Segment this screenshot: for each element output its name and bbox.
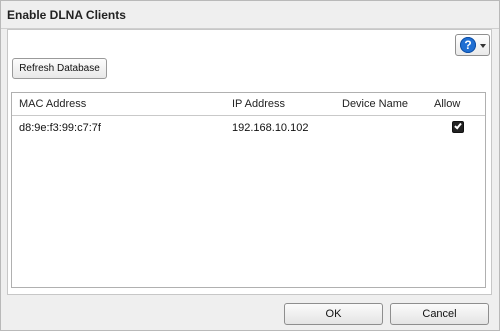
help-menu-button[interactable]: ? — [455, 34, 490, 56]
enable-dlna-clients-dialog: Enable DLNA Clients ? Refresh Database M… — [0, 0, 500, 331]
table-row[interactable]: d8:9e:f3:99:c7:7f 192.168.10.102 — [12, 117, 485, 139]
header-separator — [12, 115, 485, 116]
column-header-ip-address[interactable]: IP Address — [232, 98, 285, 110]
chevron-down-icon — [480, 44, 486, 48]
column-header-allow[interactable]: Allow — [434, 98, 460, 110]
dlna-clients-table: MAC Address IP Address Device Name Allow… — [11, 92, 486, 288]
allow-checkbox[interactable] — [452, 121, 464, 133]
column-header-mac-address[interactable]: MAC Address — [19, 98, 86, 110]
checkmark-icon — [454, 121, 462, 130]
question-icon: ? — [460, 37, 476, 53]
column-header-device-name[interactable]: Device Name — [342, 98, 408, 110]
refresh-database-button[interactable]: Refresh Database — [12, 58, 107, 79]
table-header: MAC Address IP Address Device Name Allow — [12, 93, 485, 116]
ip-address-cell: 192.168.10.102 — [232, 122, 309, 134]
dialog-title: Enable DLNA Clients — [7, 8, 126, 22]
mac-address-cell: d8:9e:f3:99:c7:7f — [19, 122, 101, 134]
ok-button[interactable]: OK — [284, 303, 383, 325]
cancel-button[interactable]: Cancel — [390, 303, 489, 325]
